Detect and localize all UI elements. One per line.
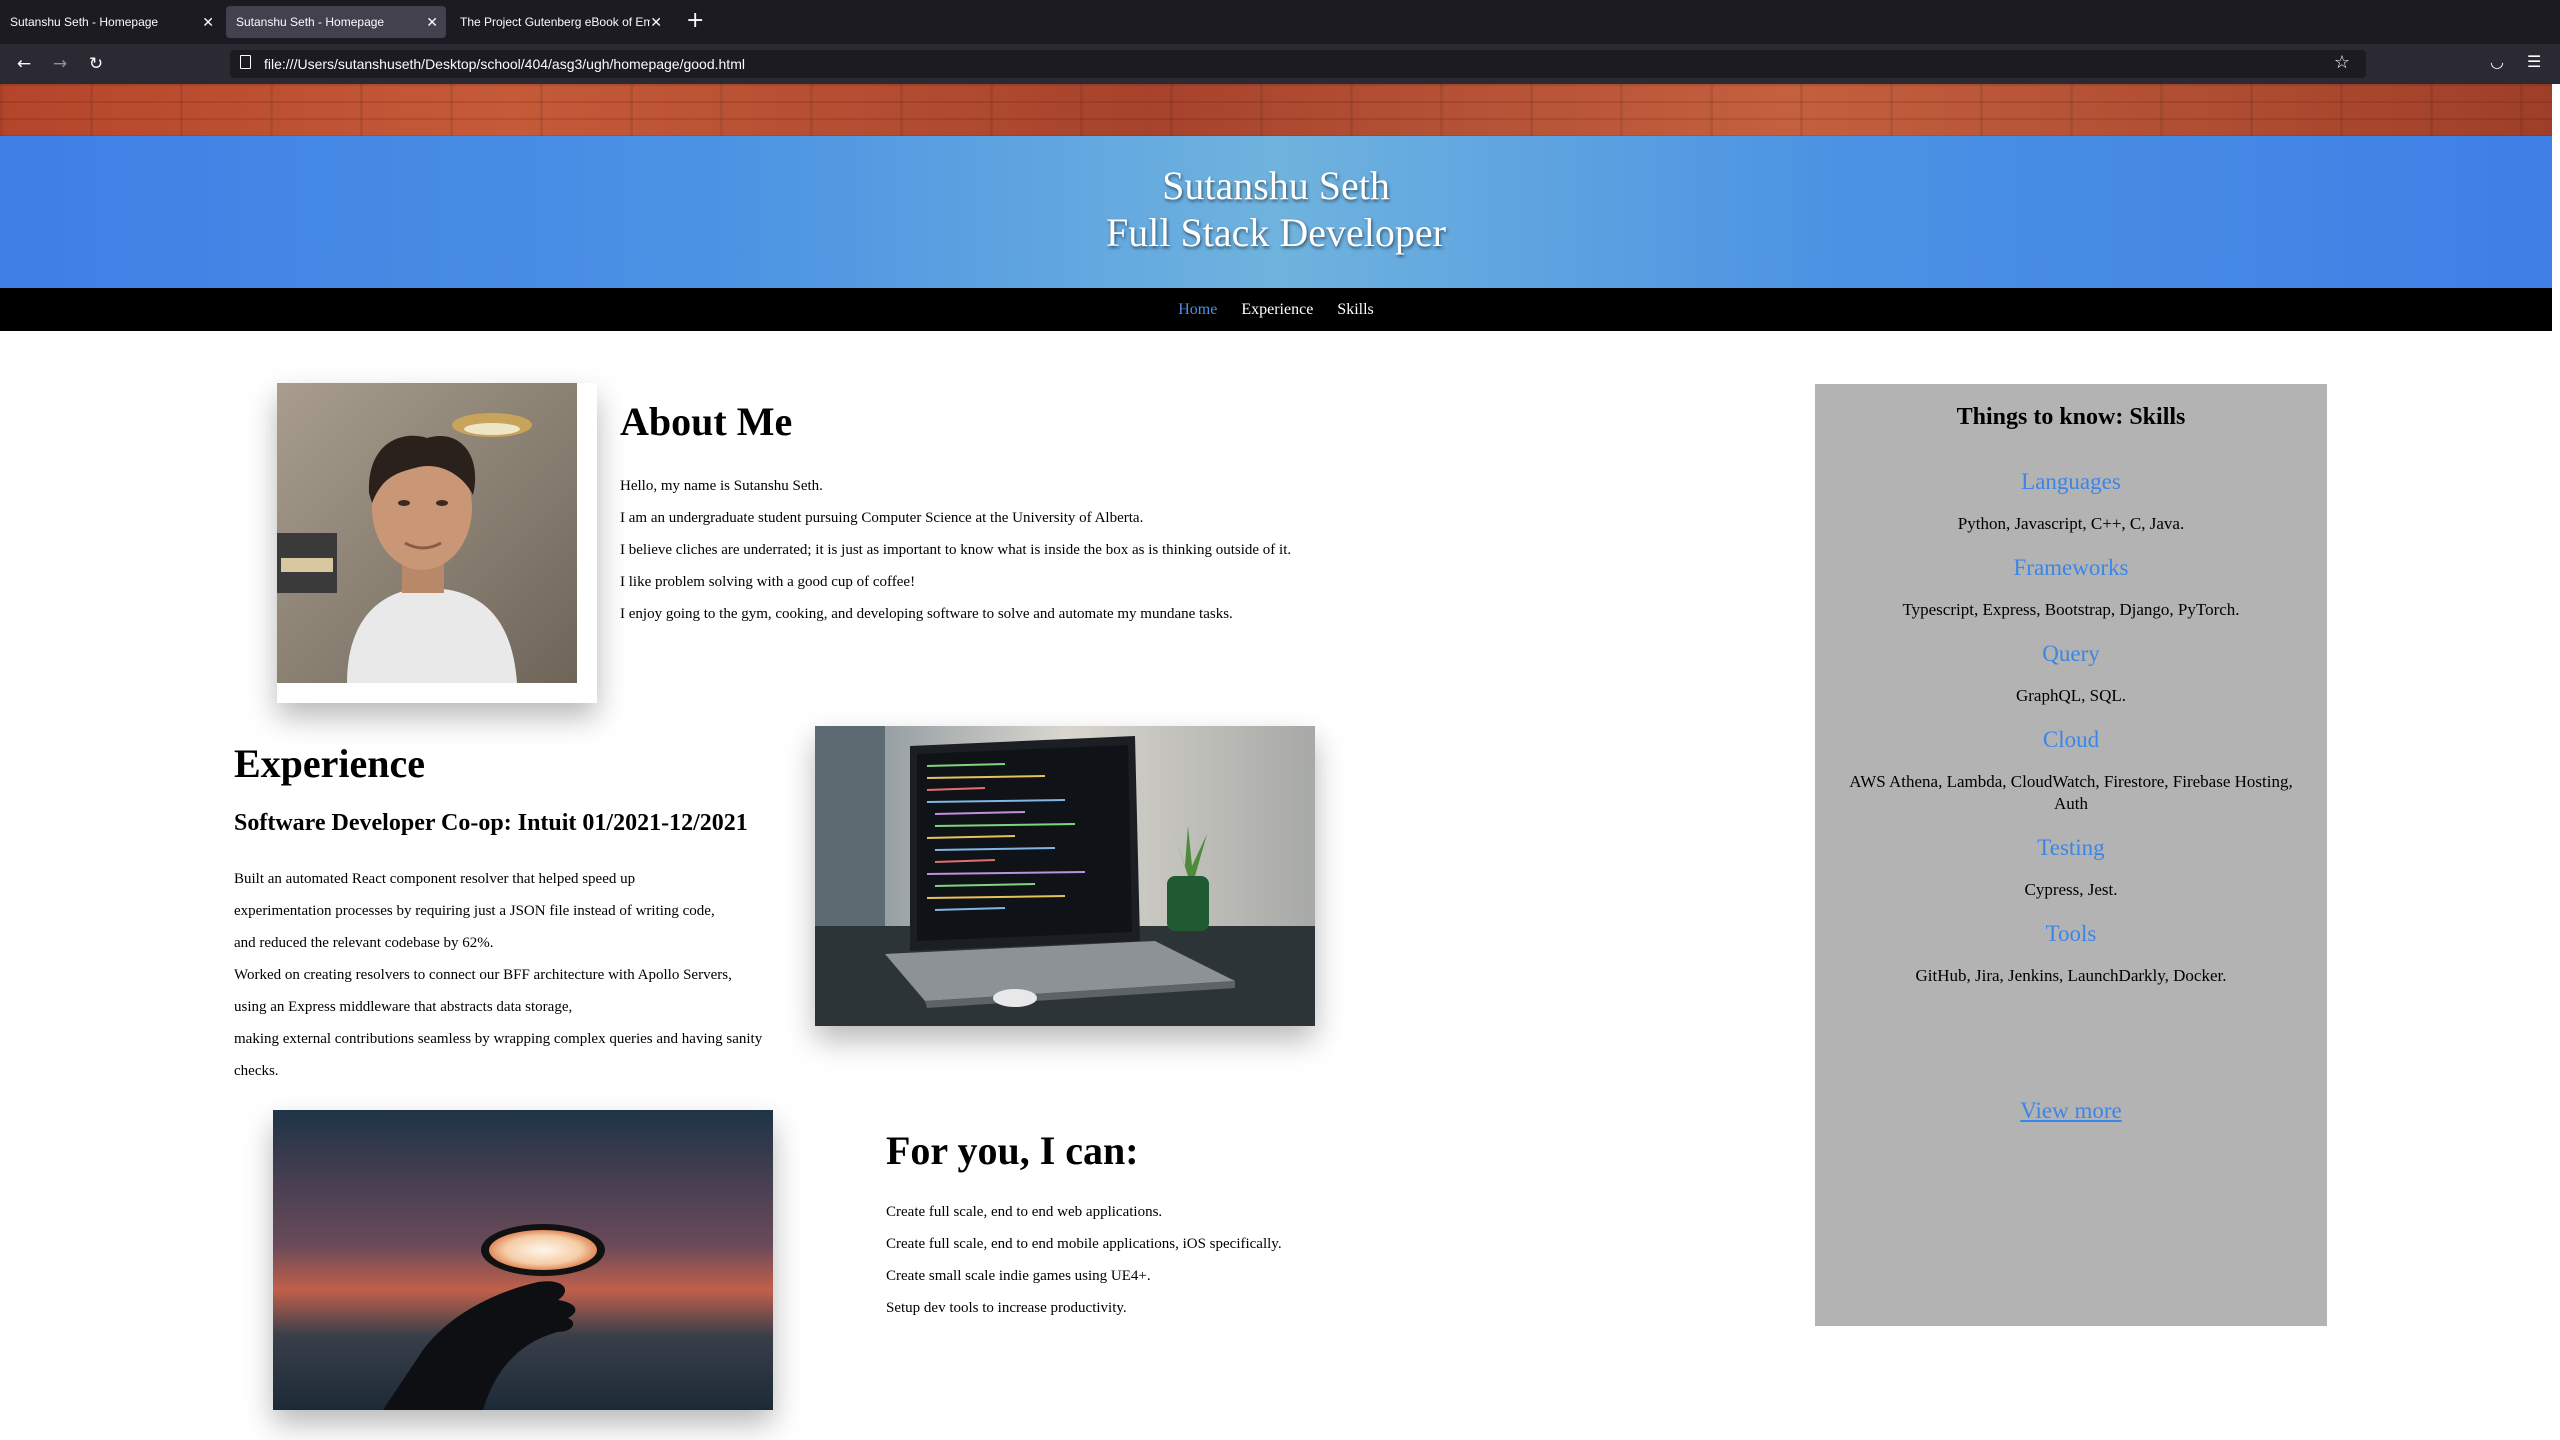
bookmark-star-icon[interactable]: ☆	[2334, 52, 2350, 73]
skill-category-languages: Languages	[2021, 469, 2121, 494]
forward-arrow-icon[interactable]: →	[48, 52, 72, 76]
skill-items: Cypress, Jest.	[2024, 880, 2118, 899]
about-line: Hello, my name is Sutanshu Seth.	[620, 478, 823, 494]
browser-tab-1[interactable]: Sutanshu Seth - Homepage ✕	[0, 6, 222, 38]
skill-items: GitHub, Jira, Jenkins, LaunchDarkly, Doc…	[1915, 966, 2227, 985]
url-text: file:///Users/sutanshuseth/Desktop/schoo…	[264, 56, 745, 72]
skill-items: GraphQL, SQL.	[2015, 686, 2126, 705]
experience-title: Experience	[234, 741, 426, 786]
address-bar[interactable]: file:///Users/sutanshuseth/Desktop/schoo…	[230, 50, 2366, 78]
experience-line: using an Express middleware that abstrac…	[234, 999, 573, 1015]
profile-photo	[277, 383, 577, 683]
brick-banner	[0, 84, 2552, 136]
offer-line: Create small scale indie games using UE4…	[886, 1268, 1151, 1284]
skill-category-testing: Testing	[2037, 835, 2105, 860]
skill-category-cloud: Cloud	[2042, 727, 2100, 752]
about-line: I believe cliches are underrated; it is …	[620, 542, 1292, 558]
profile-photo-frame	[277, 383, 597, 703]
browser-tab-bar: Sutanshu Seth - Homepage ✕ Sutanshu Seth…	[0, 0, 2560, 44]
menu-hamburger-icon[interactable]: ☰	[2527, 52, 2541, 71]
experience-line: Worked on creating resolvers to connect …	[234, 967, 732, 983]
experience-line: and reduced the relevant codebase by 62%…	[234, 935, 494, 951]
browser-toolbar: ← → ↻ file:///Users/sutanshuseth/Desktop…	[0, 44, 2560, 84]
tab-label: Sutanshu Seth - Homepage	[10, 15, 159, 29]
new-tab-plus-icon[interactable]: +	[686, 10, 704, 32]
skills-title: Things to know: Skills	[1956, 404, 2186, 430]
skill-items: Typescript, Express, Bootstrap, Django, …	[1902, 600, 2240, 619]
header-role: Full Stack Developer	[1106, 210, 1446, 255]
about-line: I like problem solving with a good cup o…	[620, 574, 916, 590]
experience-line: Built an automated React component resol…	[234, 871, 636, 887]
laptop-photo	[815, 726, 1315, 1026]
skills-sidebar: Things to know: Skills Languages Python,…	[1815, 384, 2327, 1326]
nav-experience-link[interactable]: Experience	[1241, 288, 1313, 331]
view-more-link[interactable]: View more	[1815, 1098, 2327, 1124]
close-icon[interactable]: ✕	[650, 14, 662, 31]
about-title: About Me	[620, 399, 793, 444]
experience-line: experimentation processes by requiring j…	[234, 903, 715, 919]
offer-line: Create full scale, end to end mobile app…	[886, 1236, 1282, 1252]
experience-text: Built an automated React component resol…	[234, 863, 762, 1087]
site-nav: Home Experience Skills	[0, 288, 2552, 331]
experience-line: checks.	[234, 1063, 279, 1079]
offer-text: Create full scale, end to end web applic…	[886, 1196, 1282, 1324]
page-scrollbar-gutter	[2552, 84, 2560, 1440]
experience-line: making external contributions seamless b…	[234, 1031, 763, 1047]
offer-title: For you, I can:	[886, 1128, 1139, 1173]
back-arrow-icon[interactable]: ←	[12, 52, 36, 76]
tab-label: Sutanshu Seth - Homepage	[236, 15, 385, 29]
offer-line: Create full scale, end to end web applic…	[886, 1204, 1163, 1220]
skill-category-query: Query	[2042, 641, 2100, 666]
page-document-icon	[240, 55, 251, 69]
browser-tab-3[interactable]: The Project Gutenberg eBook of Em ✕	[450, 6, 670, 38]
tab-label: The Project Gutenberg eBook of Em	[460, 15, 650, 29]
skill-category-tools: Tools	[2045, 921, 2097, 946]
about-text: Hello, my name is Sutanshu Seth. I am an…	[620, 470, 1291, 630]
nav-skills-link[interactable]: Skills	[1337, 288, 1373, 331]
skill-items: AWS Athena, Lambda, CloudWatch, Firestor…	[1849, 772, 2293, 813]
browser-tab-2[interactable]: Sutanshu Seth - Homepage ✕	[226, 6, 446, 38]
about-line: I enjoy going to the gym, cooking, and d…	[620, 606, 1233, 622]
close-icon[interactable]: ✕	[202, 14, 214, 31]
reload-icon[interactable]: ↻	[84, 52, 108, 76]
offer-line: Setup dev tools to increase productivity…	[886, 1300, 1127, 1316]
close-icon[interactable]: ✕	[426, 14, 438, 31]
about-line: I am an undergraduate student pursuing C…	[620, 510, 1144, 526]
skill-category-frameworks: Frameworks	[2013, 555, 2129, 580]
skill-items: Python, Javascript, C++, C, Java.	[1957, 514, 2185, 533]
nav-home-link[interactable]: Home	[1178, 288, 1217, 331]
sunset-hand-photo	[273, 1110, 773, 1410]
pocket-icon[interactable]: ◡	[2490, 52, 2504, 71]
site-header: Sutanshu Seth Full Stack Developer	[0, 136, 2552, 288]
job-title: Software Developer Co-op: Intuit 01/2021…	[234, 810, 748, 836]
header-name: Sutanshu Seth	[1162, 163, 1390, 208]
